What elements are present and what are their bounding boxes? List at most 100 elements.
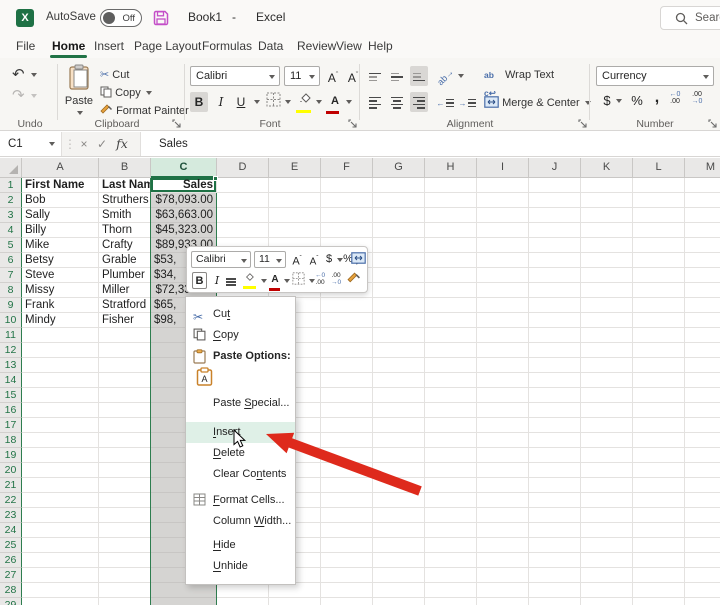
cell-M18[interactable] xyxy=(685,433,720,448)
cell-F11[interactable] xyxy=(321,328,373,343)
cell-G3[interactable] xyxy=(373,208,425,223)
cell-B29[interactable] xyxy=(99,598,151,605)
row-header-8[interactable]: 8 xyxy=(0,283,22,298)
cell-F29[interactable] xyxy=(321,598,373,605)
cell-F14[interactable] xyxy=(321,373,373,388)
row-header-16[interactable]: 16 xyxy=(0,403,22,418)
column-header-C[interactable]: C xyxy=(151,158,217,178)
middle-align-button[interactable] xyxy=(388,66,406,86)
cell-I22[interactable] xyxy=(477,493,529,508)
cell-G14[interactable] xyxy=(373,373,425,388)
cell-C4[interactable]: $45,323.00 xyxy=(151,223,217,238)
row-header-12[interactable]: 12 xyxy=(0,343,22,358)
search-input[interactable]: Search xyxy=(660,6,720,30)
cell-G25[interactable] xyxy=(373,538,425,553)
cell-L27[interactable] xyxy=(633,568,685,583)
menu-item-column-width[interactable]: Column Width... xyxy=(186,511,295,532)
row-header-3[interactable]: 3 xyxy=(0,208,22,223)
cell-G15[interactable] xyxy=(373,388,425,403)
chevron-down-icon[interactable] xyxy=(284,279,290,283)
chevron-down-icon[interactable] xyxy=(346,100,352,104)
cell-F21[interactable] xyxy=(321,478,373,493)
cell-K23[interactable] xyxy=(581,508,633,523)
cell-H24[interactable] xyxy=(425,523,477,538)
bottom-align-button[interactable] xyxy=(410,66,428,86)
row-header-7[interactable]: 7 xyxy=(0,268,22,283)
cell-A10[interactable]: Mindy xyxy=(22,313,99,328)
row-header-29[interactable]: 29 xyxy=(0,598,22,605)
name-box[interactable]: C1 xyxy=(0,132,62,156)
cell-J12[interactable] xyxy=(529,343,581,358)
cell-I27[interactable] xyxy=(477,568,529,583)
cell-H3[interactable] xyxy=(425,208,477,223)
cell-H28[interactable] xyxy=(425,583,477,598)
cell-K11[interactable] xyxy=(581,328,633,343)
cell-E28[interactable] xyxy=(269,583,321,598)
cell-J4[interactable] xyxy=(529,223,581,238)
cell-F16[interactable] xyxy=(321,403,373,418)
row-header-10[interactable]: 10 xyxy=(0,313,22,328)
tab-file[interactable]: File xyxy=(16,36,35,58)
row-header-13[interactable]: 13 xyxy=(0,358,22,373)
cell-L5[interactable] xyxy=(633,238,685,253)
cell-L17[interactable] xyxy=(633,418,685,433)
wrap-text-label-wrap[interactable]: Wrap Text xyxy=(505,66,554,84)
cell-L29[interactable] xyxy=(633,598,685,605)
cell-H16[interactable] xyxy=(425,403,477,418)
cell-F9[interactable] xyxy=(321,298,373,313)
cell-I6[interactable] xyxy=(477,253,529,268)
cell-D1[interactable] xyxy=(217,178,269,193)
column-header-M[interactable]: M xyxy=(685,158,720,177)
cell-G11[interactable] xyxy=(373,328,425,343)
cell-B22[interactable] xyxy=(99,493,151,508)
row-header-26[interactable]: 26 xyxy=(0,553,22,568)
column-header-A[interactable]: A xyxy=(22,158,99,177)
cell-L25[interactable] xyxy=(633,538,685,553)
chevron-down-icon[interactable] xyxy=(458,74,464,78)
column-header-K[interactable]: K xyxy=(581,158,633,177)
row-header-18[interactable]: 18 xyxy=(0,433,22,448)
select-all-button[interactable] xyxy=(0,158,22,177)
cell-I7[interactable] xyxy=(477,268,529,283)
cell-M6[interactable] xyxy=(685,253,720,268)
menu-item-cut[interactable]: ✂Cut xyxy=(186,304,295,325)
mini-bold-button[interactable]: B xyxy=(192,272,207,289)
cell-M29[interactable] xyxy=(685,598,720,605)
cell-A23[interactable] xyxy=(22,508,99,523)
cell-H11[interactable] xyxy=(425,328,477,343)
row-header-24[interactable]: 24 xyxy=(0,523,22,538)
cell-I5[interactable] xyxy=(477,238,529,253)
cell-I12[interactable] xyxy=(477,343,529,358)
cell-A27[interactable] xyxy=(22,568,99,583)
cell-M21[interactable] xyxy=(685,478,720,493)
wrap-text-button[interactable]: abc↩ xyxy=(484,66,496,84)
cell-M28[interactable] xyxy=(685,583,720,598)
undo-button[interactable]: ↶ xyxy=(12,65,37,83)
cell-J5[interactable] xyxy=(529,238,581,253)
cell-L4[interactable] xyxy=(633,223,685,238)
cell-L28[interactable] xyxy=(633,583,685,598)
cell-B1[interactable]: Last Name xyxy=(99,178,151,193)
cell-G24[interactable] xyxy=(373,523,425,538)
cell-A17[interactable] xyxy=(22,418,99,433)
cell-F10[interactable] xyxy=(321,313,373,328)
cell-B4[interactable]: Thorn xyxy=(99,223,151,238)
cell-H20[interactable] xyxy=(425,463,477,478)
cell-B17[interactable] xyxy=(99,418,151,433)
cell-F12[interactable] xyxy=(321,343,373,358)
cell-M19[interactable] xyxy=(685,448,720,463)
cell-G20[interactable] xyxy=(373,463,425,478)
cell-J25[interactable] xyxy=(529,538,581,553)
cell-K13[interactable] xyxy=(581,358,633,373)
formula-input[interactable]: Sales xyxy=(140,132,720,156)
cell-L9[interactable] xyxy=(633,298,685,313)
cell-E3[interactable] xyxy=(269,208,321,223)
cell-J17[interactable] xyxy=(529,418,581,433)
cell-F19[interactable] xyxy=(321,448,373,463)
cell-F18[interactable] xyxy=(321,433,373,448)
cell-G21[interactable] xyxy=(373,478,425,493)
row-header-25[interactable]: 25 xyxy=(0,538,22,553)
cell-H14[interactable] xyxy=(425,373,477,388)
cell-E1[interactable] xyxy=(269,178,321,193)
cell-K1[interactable] xyxy=(581,178,633,193)
